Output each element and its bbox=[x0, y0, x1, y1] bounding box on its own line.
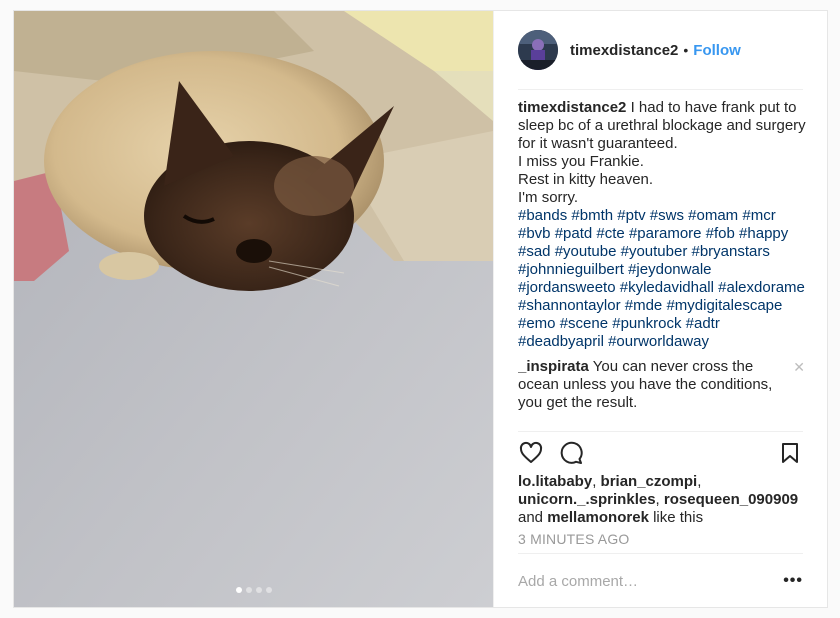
liker-username[interactable]: unicorn._.sprinkles bbox=[518, 491, 656, 508]
hashtag-link[interactable]: #sad bbox=[518, 243, 551, 260]
carousel-indicator bbox=[14, 587, 493, 593]
post-photo[interactable] bbox=[14, 11, 493, 607]
cat-photo-image bbox=[14, 11, 493, 607]
hashtag-link[interactable]: #paramore bbox=[629, 225, 702, 242]
hashtag-link[interactable]: #jeydonwale bbox=[628, 261, 711, 278]
hashtag-list: #bands #bmth #ptv #sws #omam #mcr #bvb #… bbox=[518, 207, 807, 351]
more-options-icon[interactable]: ••• bbox=[783, 572, 803, 590]
hashtag-link[interactable]: #deadbyapril bbox=[518, 333, 604, 350]
carousel-dot[interactable] bbox=[245, 587, 252, 593]
hashtag-link[interactable]: #happy bbox=[739, 225, 788, 242]
header-separator: • bbox=[683, 42, 689, 58]
close-icon[interactable]: ✕ bbox=[793, 358, 805, 376]
avatar[interactable] bbox=[518, 30, 558, 70]
hashtag-link[interactable]: #jordansweeto bbox=[518, 279, 616, 296]
liker-username[interactable]: mellamonorek bbox=[547, 509, 649, 526]
hashtag-link[interactable]: #sws bbox=[650, 207, 684, 224]
comment-bubble-icon[interactable] bbox=[558, 440, 584, 466]
hashtag-link[interactable]: #bmth bbox=[571, 207, 613, 224]
post-card: timexdistance2 • Follow timexdistance2 I… bbox=[13, 10, 828, 608]
post-header: timexdistance2 • Follow bbox=[518, 11, 803, 90]
hashtag-link[interactable]: #johnnieguilbert bbox=[518, 261, 624, 278]
hashtag-link[interactable]: #ptv bbox=[617, 207, 645, 224]
follow-button[interactable]: Follow bbox=[693, 42, 741, 59]
comments-section: timexdistance2 I had to have frank put t… bbox=[518, 99, 807, 431]
hashtag-link[interactable]: #bvb bbox=[518, 225, 551, 242]
action-bar bbox=[518, 431, 803, 474]
caption-line: Rest in kitty heaven. bbox=[518, 171, 654, 188]
hashtag-link[interactable]: #mydigitalescape bbox=[666, 297, 782, 314]
hashtag-link[interactable]: #shannontaylor bbox=[518, 297, 621, 314]
likes-and: and bbox=[518, 509, 544, 526]
hashtag-link[interactable]: #ourworldaway bbox=[608, 333, 709, 350]
post-sidebar: timexdistance2 • Follow timexdistance2 I… bbox=[493, 11, 827, 607]
comment-item: _inspirata You can never cross the ocean… bbox=[518, 358, 807, 412]
hashtag-link[interactable]: #punkrock bbox=[612, 315, 681, 332]
liker-username[interactable]: brian_czompi bbox=[601, 473, 698, 490]
carousel-dot-active[interactable] bbox=[235, 587, 242, 593]
hashtag-link[interactable]: #mde bbox=[625, 297, 663, 314]
carousel-dot[interactable] bbox=[255, 587, 262, 593]
post-author-username[interactable]: timexdistance2 bbox=[570, 42, 678, 59]
likes-summary: lo.litababy, brian_czompi, unicorn._.spr… bbox=[518, 473, 799, 526]
hashtag-link[interactable]: #bryanstars bbox=[692, 243, 770, 260]
hashtag-link[interactable]: #emo bbox=[518, 315, 556, 332]
post-timestamp[interactable]: 3 MINUTES AGO bbox=[518, 531, 630, 547]
heart-icon[interactable] bbox=[518, 440, 544, 466]
add-comment-bar: ••• bbox=[518, 553, 803, 608]
bookmark-icon[interactable] bbox=[777, 440, 803, 466]
hashtag-link[interactable]: #scene bbox=[560, 315, 608, 332]
hashtag-link[interactable]: #cte bbox=[596, 225, 624, 242]
hashtag-link[interactable]: #patd bbox=[555, 225, 593, 242]
likes-suffix: like this bbox=[653, 509, 704, 526]
caption-line: I'm sorry. bbox=[518, 189, 579, 206]
liker-username[interactable]: lo.litababy bbox=[518, 473, 592, 490]
caption-username[interactable]: timexdistance2 bbox=[518, 99, 626, 116]
hashtag-link[interactable]: #youtuber bbox=[621, 243, 688, 260]
hashtag-link[interactable]: #omam bbox=[688, 207, 738, 224]
add-comment-input[interactable] bbox=[518, 572, 784, 590]
carousel-dot[interactable] bbox=[265, 587, 272, 593]
hashtag-link[interactable]: #fob bbox=[706, 225, 735, 242]
comment-username[interactable]: _inspirata bbox=[518, 358, 589, 375]
hashtag-link[interactable]: #kyledavidhall bbox=[620, 279, 714, 296]
hashtag-link[interactable]: #mcr bbox=[742, 207, 775, 224]
caption-line: I miss you Frankie. bbox=[518, 153, 644, 170]
liker-username[interactable]: rosequeen_090909 bbox=[664, 491, 798, 508]
hashtag-link[interactable]: #youtube bbox=[555, 243, 617, 260]
hashtag-link[interactable]: #adtr bbox=[686, 315, 720, 332]
post-caption: timexdistance2 I had to have frank put t… bbox=[518, 99, 807, 351]
hashtag-link[interactable]: #bands bbox=[518, 207, 567, 224]
hashtag-link[interactable]: #alexdorame bbox=[718, 279, 805, 296]
